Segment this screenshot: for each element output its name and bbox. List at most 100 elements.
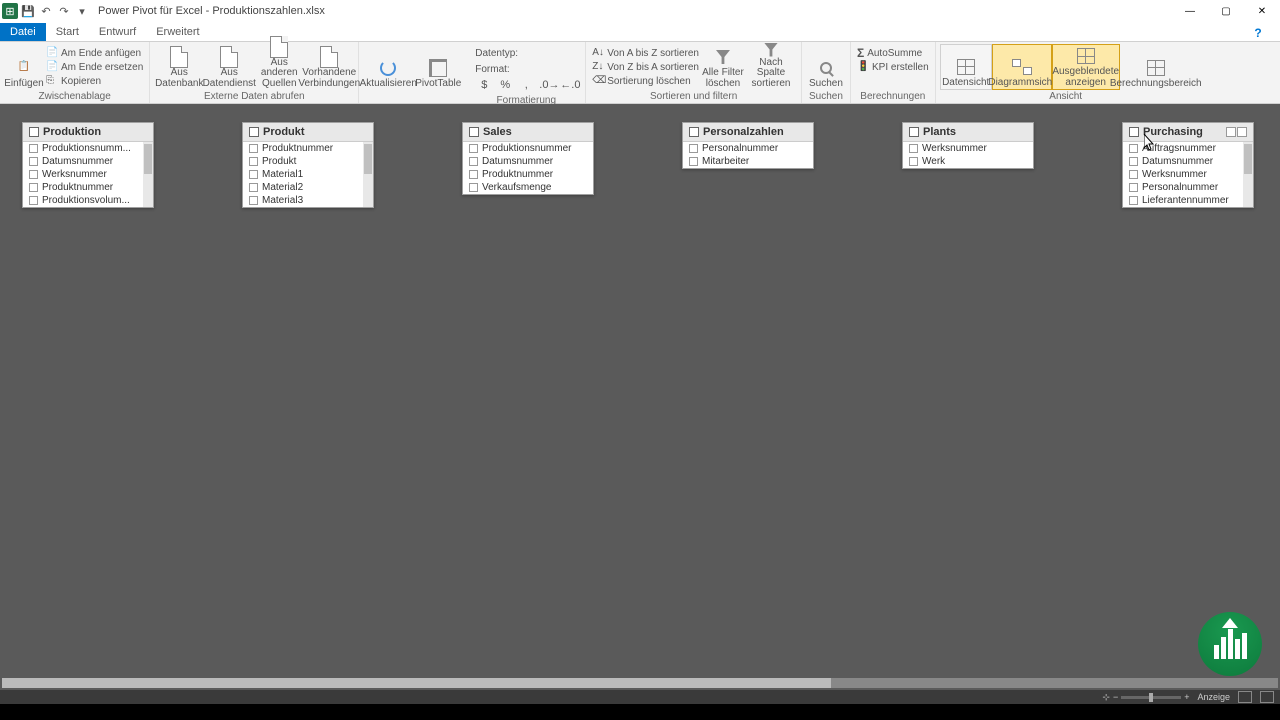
field-row[interactable]: Produktnummer — [23, 181, 153, 194]
paste-replace-button[interactable]: 📄Am Ende ersetzen — [46, 60, 143, 74]
zoom-control[interactable]: ⊹ − + — [1102, 692, 1189, 703]
fit-icon[interactable]: ⊹ — [1102, 692, 1110, 703]
table-scrollbar[interactable] — [143, 142, 153, 207]
table-header[interactable]: Personalzahlen — [683, 123, 813, 142]
minimize-button[interactable]: — — [1172, 0, 1208, 22]
sort-az-button[interactable]: A↓Von A bis Z sortieren — [592, 46, 699, 60]
tab-start[interactable]: Start — [46, 23, 89, 41]
sort-by-col-button[interactable]: Nach Spalte sortieren — [745, 44, 797, 90]
scrollbar-thumb[interactable] — [2, 678, 831, 688]
calc-area-button[interactable]: Berechnungsbereich — [1120, 44, 1192, 90]
field-row[interactable]: Material2 — [243, 181, 373, 194]
table-header-button[interactable] — [1237, 127, 1247, 137]
percent-button[interactable]: % — [496, 78, 514, 92]
field-row[interactable]: Produktionsvolum... — [23, 194, 153, 207]
decrease-decimal-button[interactable]: ←.0 — [559, 78, 577, 92]
zoom-out-button[interactable]: − — [1113, 692, 1118, 702]
scrollbar-thumb[interactable] — [144, 144, 152, 174]
autosum-button[interactable]: ΣAutoSumme — [857, 46, 929, 60]
table-header[interactable]: Produktion — [23, 123, 153, 142]
table-scrollbar[interactable] — [1243, 142, 1253, 207]
tab-advanced[interactable]: Erweitert — [146, 23, 209, 41]
replace-icon: 📄 — [46, 61, 58, 73]
undo-icon[interactable]: ↶ — [38, 3, 54, 19]
field-row[interactable]: Verkaufsmenge — [463, 181, 593, 194]
field-row[interactable]: Werk — [903, 155, 1033, 168]
field-row[interactable]: Material3 — [243, 194, 373, 207]
field-row[interactable]: Produktnummer — [463, 168, 593, 181]
diagram-view-toggle[interactable] — [1260, 691, 1274, 703]
sort-by-col-label: Nach Spalte sortieren — [745, 58, 797, 90]
field-row[interactable]: Produkt — [243, 155, 373, 168]
table-header-button[interactable] — [1226, 127, 1236, 137]
table-card-produktion[interactable]: ProduktionProduktionsnumm...Datumsnummer… — [22, 122, 154, 208]
clear-sort-button[interactable]: ⌫Sortierung löschen — [592, 74, 699, 88]
table-scrollbar[interactable] — [363, 142, 373, 207]
field-row[interactable]: Produktnummer — [243, 142, 373, 155]
increase-decimal-button[interactable]: .0→ — [538, 78, 556, 92]
field-row[interactable]: Produktionsnummer — [463, 142, 593, 155]
clear-filter-button[interactable]: Alle Filter löschen — [701, 44, 745, 90]
table-card-produkt[interactable]: ProduktProduktnummerProduktMaterial1Mate… — [242, 122, 374, 208]
data-view-label: Datensicht — [942, 78, 989, 89]
currency-button[interactable]: $ — [475, 78, 493, 92]
tab-design[interactable]: Entwurf — [89, 23, 146, 41]
column-icon — [469, 157, 478, 166]
paste-button[interactable]: 📋 Einfügen — [4, 44, 44, 90]
pivottable-button[interactable]: PivotTable — [413, 44, 463, 90]
zoom-in-button[interactable]: + — [1184, 692, 1189, 702]
existing-conn-button[interactable]: Vorhandene Verbindungen — [304, 44, 354, 90]
data-view-button[interactable]: Datensicht — [940, 44, 992, 90]
field-row[interactable]: Datumsnummer — [1123, 155, 1253, 168]
table-card-personalzahlen[interactable]: PersonalzahlenPersonalnummerMitarbeiter — [682, 122, 814, 169]
save-icon[interactable]: 💾 — [20, 3, 36, 19]
column-icon — [29, 183, 38, 192]
horizontal-scrollbar[interactable] — [2, 678, 1278, 688]
comma-button[interactable]: , — [517, 78, 535, 92]
table-card-sales[interactable]: SalesProduktionsnummerDatumsnummerProduk… — [462, 122, 594, 195]
maximize-button[interactable]: ▢ — [1208, 0, 1244, 22]
table-card-plants[interactable]: PlantsWerksnummerWerk — [902, 122, 1034, 169]
from-other-button[interactable]: Aus anderen Quellen — [254, 44, 304, 90]
redo-icon[interactable]: ↷ — [56, 3, 72, 19]
field-row[interactable]: Werksnummer — [23, 168, 153, 181]
zoom-slider[interactable] — [1121, 696, 1181, 699]
field-row[interactable]: Datumsnummer — [463, 155, 593, 168]
field-row[interactable]: Datumsnummer — [23, 155, 153, 168]
qat-dropdown-icon[interactable]: ▾ — [74, 3, 90, 19]
field-row[interactable]: Lieferantennummer — [1123, 194, 1253, 207]
diagram-canvas[interactable]: ProduktionProduktionsnumm...Datumsnummer… — [0, 104, 1280, 690]
field-row[interactable]: Produktionsnumm... — [23, 142, 153, 155]
column-icon — [1129, 157, 1138, 166]
table-header[interactable]: Produkt — [243, 123, 373, 142]
scrollbar-thumb[interactable] — [364, 144, 372, 174]
refresh-button[interactable]: Aktualisieren — [363, 44, 413, 90]
taskbar — [0, 704, 1280, 720]
app-icon[interactable]: ⊞ — [2, 3, 18, 19]
zoom-thumb[interactable] — [1149, 693, 1153, 702]
table-header[interactable]: Plants — [903, 123, 1033, 142]
paste-append-button[interactable]: 📄Am Ende anfügen — [46, 46, 143, 60]
field-row[interactable]: Personalnummer — [683, 142, 813, 155]
field-row[interactable]: Auftragsnummer — [1123, 142, 1253, 155]
field-row[interactable]: Personalnummer — [1123, 181, 1253, 194]
from-db-button[interactable]: Aus Datenbank — [154, 44, 204, 90]
sort-za-button[interactable]: Z↓Von Z bis A sortieren — [592, 60, 699, 74]
diagram-view-button[interactable]: Diagrammsicht — [992, 44, 1052, 90]
help-button[interactable]: ? — [1240, 22, 1276, 44]
data-view-toggle[interactable] — [1238, 691, 1252, 703]
from-service-button[interactable]: Aus Datendienst — [204, 44, 254, 90]
field-row[interactable]: Material1 — [243, 168, 373, 181]
table-header[interactable]: Purchasing — [1123, 123, 1253, 142]
scrollbar-thumb[interactable] — [1244, 144, 1252, 174]
field-row[interactable]: Mitarbeiter — [683, 155, 813, 168]
field-row[interactable]: Werksnummer — [903, 142, 1033, 155]
kpi-button[interactable]: 🚦KPI erstellen — [857, 60, 929, 74]
table-header[interactable]: Sales — [463, 123, 593, 142]
copy-button[interactable]: ⎘Kopieren — [46, 74, 143, 88]
table-card-purchasing[interactable]: PurchasingAuftragsnummerDatumsnummerWerk… — [1122, 122, 1254, 208]
tab-file[interactable]: Datei — [0, 23, 46, 41]
close-button[interactable]: ✕ — [1244, 0, 1280, 22]
search-button[interactable]: Suchen — [806, 44, 846, 90]
field-row[interactable]: Werksnummer — [1123, 168, 1253, 181]
